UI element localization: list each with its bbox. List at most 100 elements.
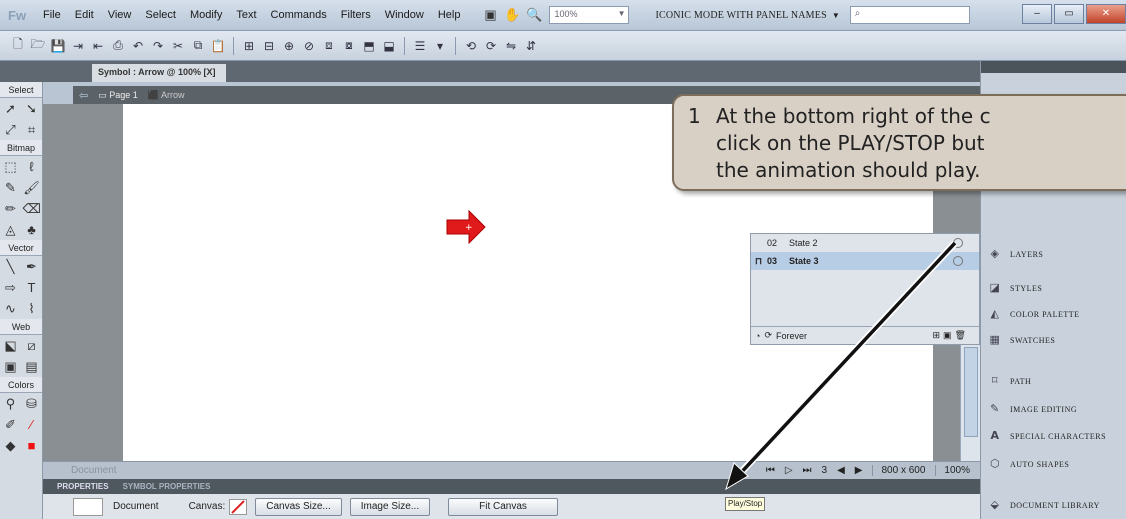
menu-file[interactable]: File xyxy=(36,9,68,21)
pen-icon[interactable]: ✒ xyxy=(23,259,41,275)
crop-icon[interactable]: ⌗ xyxy=(23,122,41,138)
menu-select[interactable]: Select xyxy=(138,9,183,21)
zoom-icon[interactable]: 🔍 xyxy=(523,5,545,25)
pencil-icon[interactable]: ✏ xyxy=(2,201,20,217)
redo-icon[interactable]: ↷ xyxy=(148,36,168,56)
dock-item-special-characters[interactable]: A SPECIAL CHARACTERS xyxy=(981,423,1126,449)
open-icon[interactable]: 🗁 xyxy=(28,36,48,56)
blur-icon[interactable]: ◬ xyxy=(2,222,20,238)
save-icon[interactable]: 💾 xyxy=(48,36,68,56)
dock-item-document-library[interactable]: ⬙ DOCUMENT LIBRARY xyxy=(981,492,1126,518)
zoom-select[interactable]: 100% ▼ xyxy=(549,6,630,24)
menu-view[interactable]: View xyxy=(101,9,139,21)
fill-swatch-icon[interactable]: ■ xyxy=(23,438,41,453)
flip-vertical-icon[interactable]: ⇵ xyxy=(521,36,541,56)
align-dropdown-icon[interactable]: ▾ xyxy=(430,36,450,56)
canvas-size-button[interactable]: Canvas Size... xyxy=(255,497,342,516)
scale-icon[interactable]: ⤢ xyxy=(2,122,20,138)
shape-icon[interactable]: ⇨ xyxy=(2,280,20,296)
send-back-icon[interactable]: ⬓ xyxy=(379,36,399,56)
dock-item-styles[interactable]: ◪ STYLES xyxy=(981,275,1126,301)
workspace-switcher[interactable]: ICONIC MODE WITH PANEL NAMES xyxy=(655,10,826,21)
loop-value[interactable]: Forever xyxy=(776,331,807,341)
line-icon[interactable]: ╲ xyxy=(2,259,20,275)
show-slices-icon[interactable]: ▤ xyxy=(23,359,41,375)
subselect-icon[interactable]: ➘ xyxy=(23,101,41,117)
screen-mode-icon[interactable]: ▣ xyxy=(479,5,501,25)
breadcrumb-page[interactable]: ▭ Page 1 xyxy=(98,90,138,101)
tab-symbol-properties[interactable]: SYMBOL PROPERTIES xyxy=(123,482,211,491)
search-input[interactable]: ⌕ xyxy=(849,6,970,24)
vertical-scrollbar[interactable] xyxy=(960,345,980,461)
rotate-right-icon[interactable]: ⟳ xyxy=(481,36,501,56)
menu-edit[interactable]: Edit xyxy=(68,9,101,21)
dock-item-layers[interactable]: ◈ LAYERS xyxy=(981,241,1126,267)
workspace-dropdown-icon[interactable]: ▼ xyxy=(832,11,840,20)
fill-color-icon[interactable]: ◆ xyxy=(2,438,20,454)
dock-item-color-palette[interactable]: ◭ COLOR PALETTE xyxy=(981,301,1126,327)
hand-icon[interactable]: ✋ xyxy=(501,5,523,25)
split-icon[interactable]: ⊘ xyxy=(299,36,319,56)
breadcrumb-symbol[interactable]: ⬛ Arrow xyxy=(148,90,185,101)
export-icon[interactable]: ⇤ xyxy=(88,36,108,56)
frame-row[interactable]: 02 State 2 xyxy=(751,234,979,252)
ungroup-icon[interactable]: ⊟ xyxy=(259,36,279,56)
no-stroke-icon[interactable]: ⁄ xyxy=(23,417,41,432)
join-icon[interactable]: ⊕ xyxy=(279,36,299,56)
lasso-icon[interactable]: ℓ xyxy=(23,159,41,174)
stroke-color-icon[interactable]: ✐ xyxy=(2,417,20,433)
first-frame-icon[interactable]: ⏮ xyxy=(766,465,775,476)
hotspot-icon[interactable]: ⬕ xyxy=(2,338,20,354)
rotate-left-icon[interactable]: ⟲ xyxy=(461,36,481,56)
scrollbar-thumb[interactable] xyxy=(964,347,978,437)
maximize-button[interactable]: ▭ xyxy=(1054,4,1084,24)
onion-skin-icon[interactable] xyxy=(953,238,963,248)
play-stop-icon[interactable]: ▷ xyxy=(785,465,793,476)
frame-row-selected[interactable]: ⊓ 03 State 3 xyxy=(751,252,979,270)
menu-modify[interactable]: Modify xyxy=(183,9,229,21)
bring-forward-icon[interactable]: ⧈ xyxy=(319,36,339,56)
align-icon[interactable]: ☰ xyxy=(410,36,430,56)
canvas-color-icon[interactable] xyxy=(229,498,248,515)
print-icon[interactable]: ⎙ xyxy=(108,36,128,56)
menu-filters[interactable]: Filters xyxy=(334,9,378,21)
eraser-icon[interactable]: ⌫ xyxy=(23,201,41,217)
fit-canvas-button[interactable]: Fit Canvas xyxy=(448,497,558,516)
menu-help[interactable]: Help xyxy=(431,9,468,21)
tab-properties[interactable]: PROPERTIES xyxy=(57,482,109,491)
menu-text[interactable]: Text xyxy=(229,9,263,21)
menu-window[interactable]: Window xyxy=(378,9,431,21)
menu-commands[interactable]: Commands xyxy=(264,9,334,21)
brush-icon[interactable]: 🖌 xyxy=(23,180,41,196)
magic-wand-icon[interactable]: ✎ xyxy=(2,180,20,196)
paint-bucket-icon[interactable]: ⛁ xyxy=(23,396,41,412)
flip-horizontal-icon[interactable]: ⇋ xyxy=(501,36,521,56)
back-arrow-icon[interactable]: ⇦ xyxy=(79,89,88,102)
group-icon[interactable]: ⊞ xyxy=(239,36,259,56)
freeform-icon[interactable]: ∿ xyxy=(2,301,20,317)
dock-item-swatches[interactable]: ▦ SWATCHES xyxy=(981,327,1126,353)
cut-icon[interactable]: ✂ xyxy=(168,36,188,56)
rubber-stamp-icon[interactable]: ♣ xyxy=(23,222,41,237)
undo-icon[interactable]: ↶ xyxy=(128,36,148,56)
last-frame-icon[interactable]: ⏭ xyxy=(803,465,812,476)
paste-icon[interactable]: 📋 xyxy=(208,36,228,56)
image-size-button[interactable]: Image Size... xyxy=(349,497,431,516)
send-backward-icon[interactable]: ⧇ xyxy=(339,36,359,56)
onion-skin-toggle-icon[interactable]: ◔ xyxy=(755,331,760,341)
copy-icon[interactable]: ⧉ xyxy=(188,36,208,56)
dock-item-auto-shapes[interactable]: ⬡ AUTO SHAPES xyxy=(981,451,1126,477)
minimize-button[interactable]: – xyxy=(1022,4,1052,24)
dock-item-image-editing[interactable]: ✎ IMAGE EDITING xyxy=(981,396,1126,422)
hide-slices-icon[interactable]: ▣ xyxy=(2,359,20,375)
status-zoom[interactable]: 100% xyxy=(935,465,970,476)
import-icon[interactable]: ⇥ xyxy=(68,36,88,56)
arrow-symbol[interactable]: + xyxy=(445,209,487,245)
text-icon[interactable]: T xyxy=(23,280,41,295)
marquee-icon[interactable]: ⬚ xyxy=(2,159,20,175)
close-button[interactable]: ✕ xyxy=(1086,4,1126,24)
frame-actions-icons[interactable]: ⊞▣🗑 xyxy=(933,330,969,341)
onion-skin-icon[interactable] xyxy=(953,256,963,266)
eyedropper-icon[interactable]: ⚲ xyxy=(2,396,20,412)
new-icon[interactable]: 🗋 xyxy=(8,36,28,56)
